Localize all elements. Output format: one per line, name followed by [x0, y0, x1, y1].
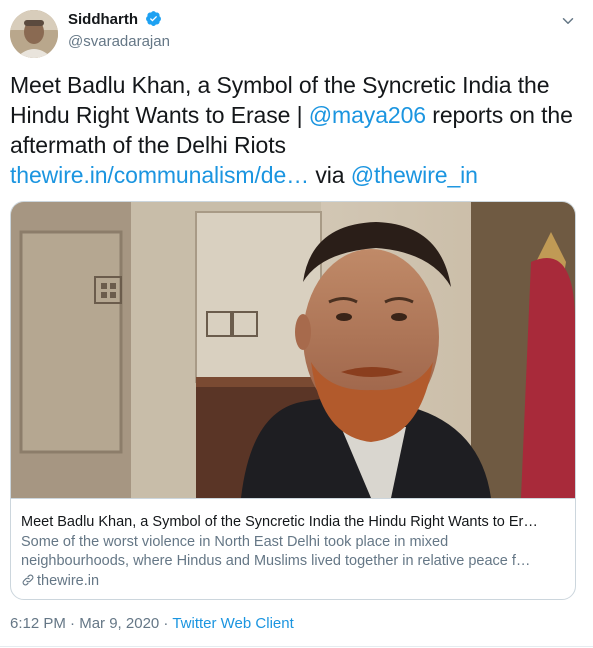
tweet-text-part3: via	[309, 162, 351, 188]
chevron-down-icon[interactable]	[559, 12, 577, 30]
tweet-time[interactable]: 6:12 PM	[10, 615, 66, 632]
author-handle[interactable]: @svaradarajan	[68, 32, 170, 52]
card-meta: Meet Badlu Khan, a Symbol of the Syncret…	[11, 498, 575, 599]
tweet-source[interactable]: Twitter Web Client	[172, 615, 293, 632]
tweet-text: Meet Badlu Khan, a Symbol of the Syncret…	[10, 70, 580, 190]
mention-link[interactable]: @maya206	[309, 102, 426, 128]
meta-separator-2: ·	[159, 615, 173, 632]
card-description: Some of the worst violence in North East…	[21, 533, 563, 571]
card-description-line1: Some of the worst violence in North East…	[21, 534, 449, 550]
author-names: Siddharth @svaradarajan	[68, 10, 170, 52]
card-title: Meet Badlu Khan, a Symbol of the Syncret…	[21, 514, 538, 530]
author-name[interactable]: Siddharth	[68, 11, 138, 28]
card-domain: thewire.in	[21, 572, 563, 591]
tweet-header: Siddharth @svaradarajan	[10, 8, 583, 58]
tweet: Siddharth @svaradarajan Meet Badlu Khan,…	[0, 0, 593, 648]
tweet-date[interactable]: Mar 9, 2020	[79, 615, 159, 632]
card-image[interactable]	[11, 202, 575, 498]
avatar[interactable]	[10, 10, 58, 58]
link-icon	[22, 574, 34, 586]
tweet-meta: 6:12 PM · Mar 9, 2020 · Twitter Web Clie…	[10, 614, 294, 634]
card-description-line2: neighbourhoods, where Hindus and Muslims…	[21, 553, 531, 569]
link-card[interactable]: Meet Badlu Khan, a Symbol of the Syncret…	[10, 201, 576, 600]
mention-link-2[interactable]: @thewire_in	[351, 162, 478, 188]
verified-badge-icon	[145, 10, 162, 32]
meta-separator: ·	[65, 615, 80, 632]
card-domain-text: thewire.in	[37, 573, 100, 589]
url-link[interactable]: thewire.in/communalism/de…	[10, 162, 309, 188]
divider	[0, 646, 593, 647]
